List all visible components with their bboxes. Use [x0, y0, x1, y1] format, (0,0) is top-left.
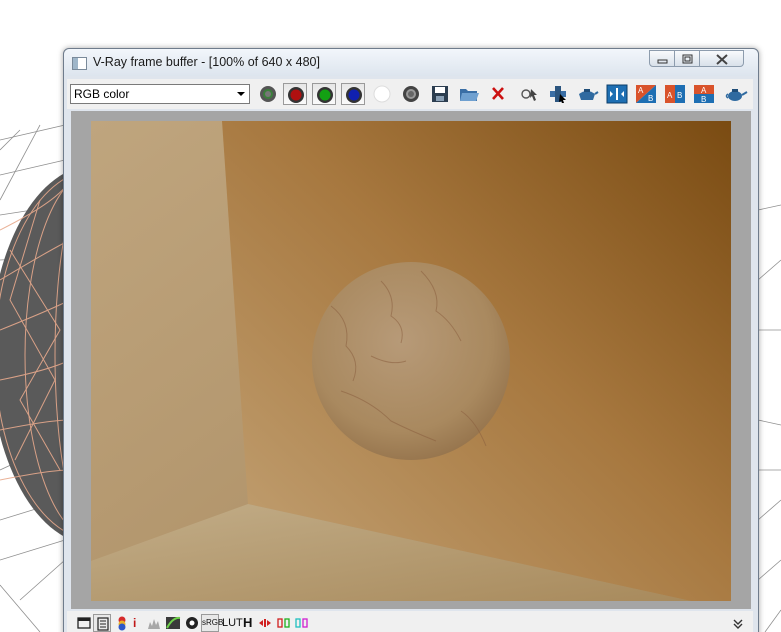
svg-text:B: B	[701, 95, 706, 104]
ab-vertical-button[interactable]: A B	[692, 83, 716, 105]
stereo-cyan-magenta-icon	[295, 618, 308, 628]
main-toolbar: RGB color A B A B A B	[67, 79, 753, 109]
color-corrections-icon	[118, 616, 126, 631]
monochrome-button[interactable]	[399, 83, 423, 105]
levels-button[interactable]	[145, 614, 163, 632]
hdr-toggle[interactable]: H	[243, 614, 252, 632]
compare-horizontal-icon	[606, 84, 628, 104]
track-mouse-button[interactable]	[517, 83, 541, 105]
exposure-icon	[186, 617, 198, 629]
pixel-aspect-icon	[259, 619, 271, 627]
region-render-button[interactable]	[546, 83, 570, 105]
render-teapot-button[interactable]	[724, 83, 748, 105]
region-render-icon	[550, 86, 566, 103]
clear-image-icon	[492, 87, 504, 100]
curves-icon	[166, 616, 181, 629]
render-last-icon	[579, 89, 599, 100]
svg-text:B: B	[648, 94, 653, 103]
track-mouse-icon	[521, 89, 537, 101]
open-folder-icon	[460, 89, 479, 101]
chevron-down-icon	[237, 92, 245, 96]
exposure-button[interactable]	[183, 614, 201, 632]
svg-text:B: B	[677, 91, 682, 100]
srgb-toggle[interactable]: sRGB	[201, 614, 223, 632]
monochrome-icon	[403, 86, 419, 102]
close-icon	[716, 54, 728, 65]
red-channel-icon	[288, 87, 304, 103]
display-correction-button[interactable]	[75, 614, 93, 632]
red-channel-button[interactable]	[283, 83, 307, 105]
render-teapot-icon	[725, 89, 748, 101]
svg-text:A: A	[638, 86, 644, 95]
rgb-channels-icon	[260, 86, 276, 102]
green-channel-button[interactable]	[312, 83, 336, 105]
compare-horizontal-button[interactable]	[605, 83, 629, 105]
history-icon	[97, 617, 109, 631]
save-image-button[interactable]	[428, 83, 452, 105]
title-bar[interactable]: V-Ray frame buffer - [100% of 640 x 480]	[64, 49, 758, 76]
collapse-toolbar-button[interactable]	[729, 614, 747, 632]
channel-select-value: RGB color	[74, 87, 130, 101]
bottom-toolbar: i sRGB LUT H	[67, 611, 753, 632]
render-scene	[91, 121, 731, 601]
color-corrections-button[interactable]	[113, 614, 131, 632]
clear-image-button[interactable]	[486, 83, 510, 105]
svg-text:A: A	[701, 86, 707, 95]
alpha-channel-icon	[373, 85, 391, 103]
render-last-button[interactable]	[575, 83, 599, 105]
rgb-channels-button[interactable]	[256, 83, 280, 105]
stereo-red-green-button[interactable]	[275, 614, 293, 632]
lut-toggle[interactable]: LUT	[222, 614, 243, 632]
ab-horizontal-icon: A B	[665, 85, 685, 103]
blue-channel-icon	[346, 87, 362, 103]
srgb-label: sRGB	[202, 618, 224, 627]
minimize-button[interactable]	[649, 50, 675, 67]
green-channel-icon	[317, 87, 333, 103]
close-button[interactable]	[699, 50, 744, 67]
restore-icon	[682, 54, 693, 64]
load-image-button[interactable]	[457, 83, 481, 105]
rendered-image	[91, 121, 731, 601]
window-icon	[72, 57, 87, 70]
ab-horizontal-button[interactable]: A B	[663, 83, 687, 105]
viewport-background: V-Ray frame buffer - [100% of 640 x 480]	[0, 0, 781, 632]
ab-vertical-icon: A B	[694, 85, 714, 104]
vray-frame-buffer-window: V-Ray frame buffer - [100% of 640 x 480]	[63, 48, 759, 632]
collapse-chevron-icon	[733, 619, 743, 629]
save-icon	[432, 86, 448, 102]
display-correction-icon	[77, 617, 91, 629]
history-button[interactable]	[93, 614, 111, 632]
pixel-aspect-button[interactable]	[256, 614, 274, 632]
ab-diagonal-icon: A B	[636, 85, 656, 103]
alpha-channel-button[interactable]	[370, 83, 394, 105]
restore-button[interactable]	[674, 50, 700, 67]
minimize-icon	[657, 59, 668, 64]
blue-channel-button[interactable]	[341, 83, 365, 105]
stereo-cyan-magenta-button[interactable]	[293, 614, 311, 632]
curves-button[interactable]	[164, 614, 182, 632]
window-title: V-Ray frame buffer - [100% of 640 x 480]	[93, 55, 320, 69]
info-button[interactable]: i	[133, 614, 136, 632]
render-view[interactable]	[71, 111, 751, 609]
levels-icon	[148, 619, 160, 629]
stereo-red-green-icon	[277, 618, 290, 628]
channel-select[interactable]: RGB color	[70, 84, 250, 104]
ab-diagonal-button[interactable]: A B	[634, 83, 658, 105]
svg-text:A: A	[667, 91, 673, 100]
